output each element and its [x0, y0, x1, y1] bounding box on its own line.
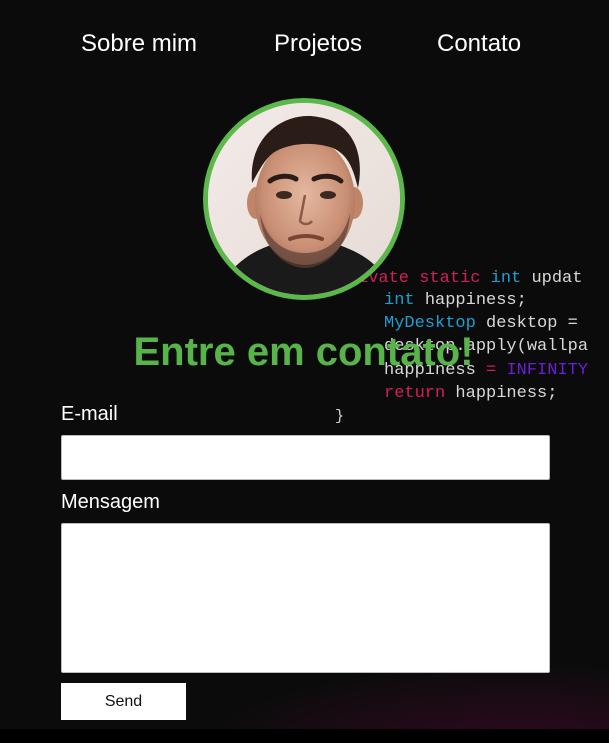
code-line-7: }	[335, 408, 345, 425]
nav-link-contato[interactable]: Contato	[437, 28, 521, 60]
footer-bar	[0, 729, 609, 743]
nav-link-sobre-mim[interactable]: Sobre mim	[81, 28, 197, 60]
contact-heading: Entre em contato!	[133, 330, 474, 374]
profile-avatar	[203, 98, 405, 300]
send-button[interactable]: Send	[61, 683, 186, 720]
profile-photo	[208, 103, 400, 295]
email-label: E-mail	[61, 403, 118, 425]
code-line-2: int happiness;	[384, 291, 527, 310]
code-line-1: ivate static int updat	[358, 269, 583, 288]
code-line-6: return happiness;	[384, 384, 558, 403]
message-field[interactable]	[61, 523, 550, 673]
page: ivate static int updat int happiness; My…	[0, 0, 609, 743]
email-field[interactable]	[61, 435, 550, 480]
nav-link-projetos[interactable]: Projetos	[274, 28, 362, 60]
top-nav: Sobre mim Projetos Contato	[0, 28, 609, 62]
message-label: Mensagem	[61, 491, 160, 513]
